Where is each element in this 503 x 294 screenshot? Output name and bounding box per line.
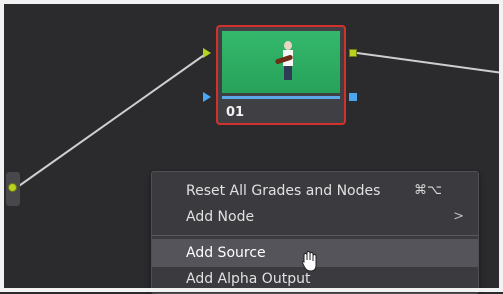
node-thumbnail [222, 31, 340, 93]
node-rgb-output-port[interactable] [349, 49, 357, 57]
mouse-cursor-icon [301, 250, 317, 272]
context-menu: Reset All Grades and Nodes ⌘⌥ Add Node >… [151, 171, 479, 294]
menu-item-add-node[interactable]: Add Node > [152, 203, 478, 231]
node-key-bar [222, 96, 340, 99]
wire-source-to-node [15, 52, 208, 189]
source-input-port[interactable] [6, 172, 20, 206]
menu-separator [152, 235, 478, 236]
node-rgb-input-port[interactable] [203, 48, 211, 58]
submenu-arrow-icon: > [453, 209, 464, 224]
source-output-dot[interactable] [8, 183, 17, 192]
node-key-output-port[interactable] [349, 93, 357, 101]
menu-item-reset-all-grades[interactable]: Reset All Grades and Nodes ⌘⌥ [152, 177, 478, 205]
thumbnail-guitarist [274, 41, 294, 80]
node-key-input-port[interactable] [203, 92, 211, 102]
node-label: 01 [226, 105, 245, 120]
shortcut-label: ⌘⌥ [414, 183, 442, 198]
wire-node-to-output [356, 52, 503, 74]
corrector-node-01[interactable]: 01 [216, 25, 346, 125]
